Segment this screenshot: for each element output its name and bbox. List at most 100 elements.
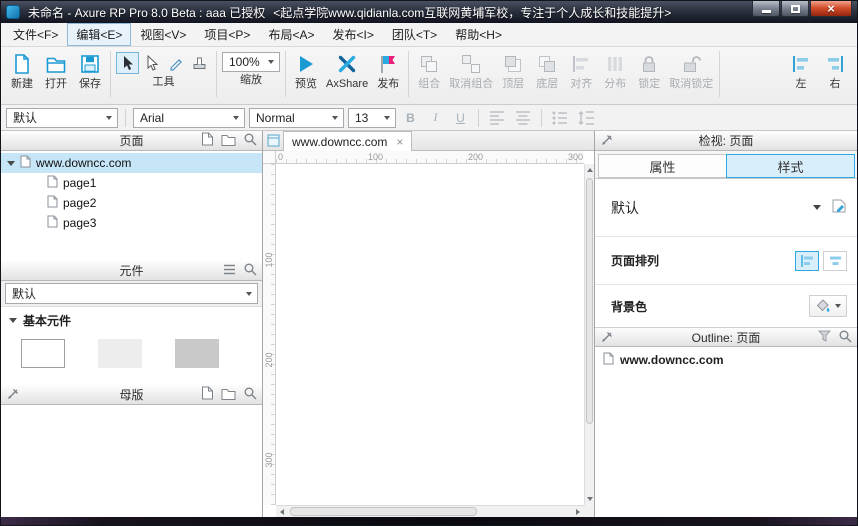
- page-align-center-button[interactable]: [823, 251, 847, 271]
- menu-help[interactable]: 帮助<H>: [446, 23, 511, 46]
- horizontal-scroll-thumb[interactable]: [290, 507, 477, 516]
- bring-to-front-button[interactable]: 顶层: [496, 50, 530, 92]
- italic-button[interactable]: I: [425, 108, 446, 128]
- page-tree-item[interactable]: page1: [1, 173, 262, 193]
- vertical-ruler: 100 200 300: [263, 164, 276, 505]
- font-size-select[interactable]: 13: [348, 108, 396, 128]
- font-weight-select[interactable]: Normal: [249, 108, 344, 128]
- tab-properties[interactable]: 属性: [598, 154, 727, 178]
- pin-icon[interactable]: [600, 134, 613, 147]
- publish-button[interactable]: 发布: [371, 50, 405, 92]
- scroll-up-button[interactable]: [585, 164, 594, 176]
- back-color-label: 背景色: [611, 298, 647, 315]
- open-button[interactable]: 打开: [39, 50, 73, 92]
- vertical-scroll-thumb[interactable]: [586, 178, 593, 424]
- select-tool-button[interactable]: [116, 52, 139, 74]
- distribute-icon: [604, 52, 626, 76]
- unlock-button[interactable]: 取消锁定: [666, 50, 716, 92]
- pin-icon[interactable]: [600, 331, 613, 344]
- minimize-button[interactable]: [752, 1, 780, 17]
- bold-button[interactable]: B: [400, 108, 421, 128]
- filter-funnel-icon[interactable]: [818, 330, 831, 345]
- preview-button[interactable]: 预览: [289, 50, 323, 92]
- widget-group-header[interactable]: 基本元件: [1, 307, 262, 333]
- outline-page-item[interactable]: www.downcc.com: [595, 347, 857, 371]
- pin-icon[interactable]: [6, 388, 19, 401]
- horizontal-scroll-track[interactable]: [288, 506, 572, 517]
- back-color-picker[interactable]: [809, 295, 847, 317]
- text-align-center-button[interactable]: [512, 108, 534, 128]
- send-to-back-button[interactable]: 底层: [530, 50, 564, 92]
- pen-tool-button[interactable]: [164, 52, 187, 74]
- menu-view[interactable]: 视图<V>: [131, 23, 195, 46]
- expander-icon[interactable]: [7, 161, 15, 166]
- edit-style-icon[interactable]: [831, 198, 847, 217]
- chevron-down-icon: [332, 116, 338, 120]
- underline-button[interactable]: U: [450, 108, 471, 128]
- add-master-folder-icon[interactable]: [221, 387, 236, 403]
- new-button[interactable]: 新建: [5, 50, 39, 92]
- tab-style[interactable]: 样式: [726, 154, 855, 178]
- ungroup-button-label: 取消组合: [449, 79, 493, 90]
- scroll-left-button[interactable]: [276, 506, 288, 517]
- bullet-list-button[interactable]: [549, 108, 571, 128]
- add-folder-icon[interactable]: [221, 133, 236, 149]
- distribute-button[interactable]: 分布: [598, 50, 632, 92]
- align-left-button[interactable]: 左: [784, 50, 818, 92]
- tab-close-icon[interactable]: ×: [396, 136, 403, 148]
- scroll-down-button[interactable]: [585, 493, 594, 505]
- widget-options-icon[interactable]: [223, 264, 236, 278]
- ruler-mark: 100: [368, 152, 383, 162]
- menu-project[interactable]: 项目<P>: [195, 23, 259, 46]
- widget-group-label: 基本元件: [23, 312, 71, 329]
- menu-publish[interactable]: 发布<I>: [323, 23, 382, 46]
- style-tab-content: 默认 页面排列 背景色: [595, 179, 857, 517]
- align-right-button[interactable]: 右: [818, 50, 852, 92]
- menu-edit[interactable]: 编辑<E>: [67, 23, 131, 46]
- group-button[interactable]: 组合: [412, 50, 446, 92]
- line-spacing-button[interactable]: [575, 108, 597, 128]
- search-outline-icon[interactable]: [838, 329, 852, 346]
- ruler-mark: 200: [468, 152, 483, 162]
- scroll-right-button[interactable]: [572, 506, 584, 517]
- font-family-select[interactable]: Arial: [133, 108, 245, 128]
- zoom-select[interactable]: 100%: [222, 52, 280, 72]
- close-button[interactable]: ×: [810, 1, 852, 17]
- text-align-left-button[interactable]: [486, 108, 508, 128]
- horizontal-scrollbar[interactable]: [276, 505, 584, 517]
- axshare-button[interactable]: AxShare: [323, 50, 371, 92]
- menu-team[interactable]: 团队<T>: [383, 23, 446, 46]
- marquee-select-tool-button[interactable]: [140, 52, 163, 74]
- chevron-down-icon[interactable]: [813, 205, 821, 210]
- search-pages-icon[interactable]: [243, 132, 257, 149]
- page-align-left-button[interactable]: [795, 251, 819, 271]
- unlock-button-label: 取消锁定: [669, 79, 713, 90]
- canvas-tab-active[interactable]: www.downcc.com ×: [283, 131, 412, 151]
- menu-arrange[interactable]: 布局<A>: [259, 23, 323, 46]
- lock-button[interactable]: 锁定: [632, 50, 666, 92]
- widget-box3-thumbnail[interactable]: [175, 339, 219, 368]
- widget-library-select[interactable]: 默认: [5, 283, 258, 304]
- tab-list-icon[interactable]: [265, 131, 281, 150]
- window-controls: ×: [752, 1, 852, 17]
- menu-file[interactable]: 文件<F>: [4, 23, 67, 46]
- add-page-icon[interactable]: [201, 132, 214, 149]
- add-master-icon[interactable]: [201, 386, 214, 403]
- design-canvas[interactable]: [276, 164, 584, 505]
- arrow-right-icon: [576, 509, 580, 515]
- widget-style-select[interactable]: 默认: [6, 108, 118, 128]
- widget-box2-thumbnail[interactable]: [98, 339, 142, 368]
- search-widgets-icon[interactable]: [243, 262, 257, 279]
- align-button[interactable]: 对齐: [564, 50, 598, 92]
- vertical-scrollbar[interactable]: [584, 164, 594, 505]
- widget-style-value: 默认: [13, 109, 37, 126]
- search-masters-icon[interactable]: [243, 386, 257, 403]
- page-tree-item[interactable]: page2: [1, 193, 262, 213]
- page-tree-root[interactable]: www.downcc.com: [1, 153, 262, 173]
- widget-box1-thumbnail[interactable]: [21, 339, 65, 368]
- format-painter-button[interactable]: [188, 52, 211, 74]
- maximize-button[interactable]: [781, 1, 809, 17]
- ungroup-button[interactable]: 取消组合: [446, 50, 496, 92]
- save-button[interactable]: 保存: [73, 50, 107, 92]
- page-tree-item[interactable]: page3: [1, 213, 262, 233]
